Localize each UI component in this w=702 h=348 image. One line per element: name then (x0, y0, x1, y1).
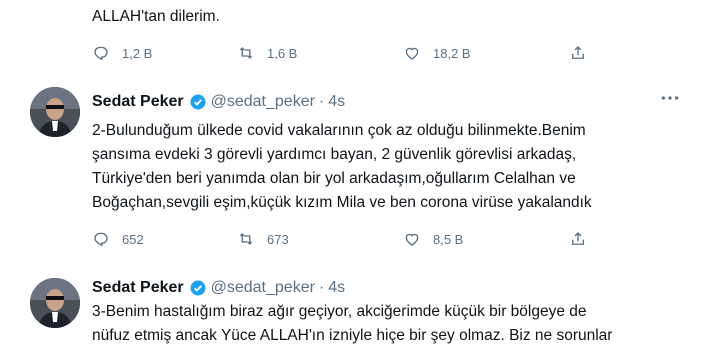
retweet-icon (239, 233, 253, 245)
author-name[interactable]: Sedat Peker (92, 93, 184, 111)
avatar-image (30, 87, 80, 137)
like-button[interactable]: 18,2 B (403, 44, 471, 62)
like-count: 8,5 B (433, 231, 464, 247)
avatar[interactable] (30, 278, 80, 328)
like-button[interactable]: 8,5 B (403, 230, 463, 248)
tweet-text: 2-Bulunduğum ülkede covid vakalarının ço… (92, 122, 592, 211)
more-icon (661, 96, 679, 100)
verified-badge-icon (190, 280, 206, 296)
reply-icon (94, 232, 108, 247)
tweet-actions: 1,2 B 1,6 B 18,2 B (92, 42, 612, 64)
tweet-header: Sedat Peker @sedat_peker · 4s (92, 92, 345, 112)
verified-badge-icon (190, 94, 206, 110)
share-icon (572, 232, 584, 245)
timestamp[interactable]: 4s (328, 93, 345, 111)
reply-icon (94, 46, 108, 61)
share-icon (572, 46, 584, 59)
author-handle[interactable]: @sedat_peker (211, 93, 315, 111)
author-handle[interactable]: @sedat_peker (211, 279, 315, 297)
tweet-text: 3-Benim hastalığım biraz ağır geçiyor, a… (92, 303, 613, 344)
share-button[interactable] (569, 44, 587, 62)
tweet-3[interactable]: Sedat Peker @sedat_peker · 4s 3-Benim ha… (0, 266, 702, 344)
tweet-actions: 652 673 8,5 B (92, 228, 612, 250)
avatar-image (30, 278, 80, 328)
reply-count: 652 (122, 231, 144, 247)
like-count: 18,2 B (433, 45, 471, 61)
retweet-icon (239, 47, 253, 59)
retweet-button[interactable]: 673 (237, 230, 289, 248)
separator-dot: · (318, 279, 325, 296)
separator-dot: · (318, 93, 325, 110)
tweet-text: ALLAH'tan dilerim. (92, 8, 220, 25)
reply-button[interactable]: 652 (92, 230, 144, 248)
share-button[interactable] (569, 230, 587, 248)
retweet-count: 1,6 B (267, 45, 298, 61)
heart-icon (405, 47, 419, 60)
timestamp[interactable]: 4s (328, 279, 345, 297)
tweet-1[interactable]: ALLAH'tan dilerim. 1,2 B 1,6 B 18,2 B (0, 0, 702, 74)
tweet-header: Sedat Peker @sedat_peker · 4s (92, 278, 345, 298)
reply-count: 1,2 B (122, 45, 153, 61)
more-options-button[interactable] (658, 88, 682, 108)
tweet-2[interactable]: Sedat Peker @sedat_peker · 4s 2-Bulunduğ… (0, 74, 702, 266)
avatar[interactable] (30, 87, 80, 137)
reply-button[interactable]: 1,2 B (92, 44, 152, 62)
retweet-button[interactable]: 1,6 B (237, 44, 297, 62)
author-name[interactable]: Sedat Peker (92, 279, 184, 297)
heart-icon (405, 233, 419, 246)
retweet-count: 673 (267, 231, 289, 247)
